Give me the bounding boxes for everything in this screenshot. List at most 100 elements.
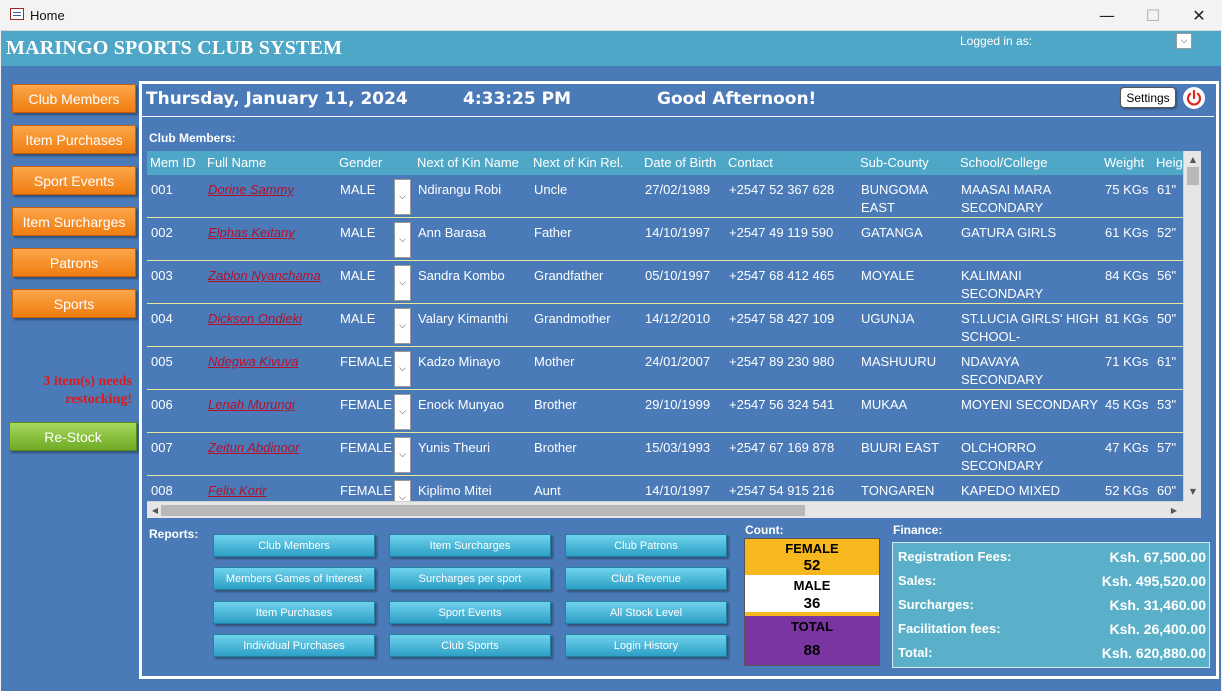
report-club-members-button[interactable]: Club Members bbox=[213, 534, 375, 557]
gender-dropdown[interactable]: ⌵ bbox=[394, 351, 411, 387]
scroll-thumb[interactable] bbox=[1187, 167, 1199, 185]
table-row[interactable]: 005 Ndegwa Kivuva FEMALE Kadzo Minayo Mother… bbox=[147, 347, 1183, 390]
date-of-birth-cell: 14/12/2010 bbox=[645, 311, 711, 326]
full-name-link[interactable]: Dickson Ondieki bbox=[208, 310, 334, 328]
nav-item-surcharges-button[interactable]: Item Surcharges bbox=[12, 207, 136, 236]
sub-county-cell: MUKAA bbox=[861, 397, 908, 412]
report-item-purchases-button[interactable]: Item Purchases bbox=[213, 601, 375, 624]
report-club-patrons-button[interactable]: Club Patrons bbox=[565, 534, 727, 557]
chevron-down-icon: ⌵ bbox=[399, 321, 406, 331]
member-id-cell: 001 bbox=[151, 182, 173, 197]
scrollbar-corner bbox=[1183, 501, 1201, 518]
members-table: Mem ID Full Name Gender Next of Kin Name… bbox=[147, 151, 1201, 518]
gender-dropdown[interactable]: ⌵ bbox=[394, 308, 411, 344]
full-name-link[interactable]: Elphas Keitany bbox=[208, 224, 334, 242]
scroll-thumb[interactable] bbox=[161, 505, 805, 516]
full-name-link[interactable]: Zablon Nyanchama bbox=[208, 267, 334, 285]
report-item-surcharges-button[interactable]: Item Surcharges bbox=[389, 534, 551, 557]
gender-cell: FEMALE bbox=[340, 440, 393, 455]
report-club-revenue-button[interactable]: Club Revenue bbox=[565, 567, 727, 590]
height-cell: 53" bbox=[1157, 397, 1177, 412]
app-header: MARINGO SPORTS CLUB SYSTEM Logged in as:… bbox=[1, 31, 1221, 66]
close-button[interactable]: ✕ bbox=[1176, 0, 1222, 31]
gender-cell: MALE bbox=[340, 182, 376, 197]
report-stock-level-button[interactable]: All Stock Level bbox=[565, 601, 727, 624]
nav-sports-button[interactable]: Sports bbox=[12, 289, 136, 318]
full-name-link[interactable]: Zeitun Abdinoor bbox=[208, 439, 334, 457]
weight-cell: 61 KGs bbox=[1105, 225, 1149, 240]
gender-dropdown[interactable]: ⌵ bbox=[394, 265, 411, 301]
vertical-scrollbar[interactable]: ▲ ▼ bbox=[1183, 151, 1201, 501]
height-cell: 61" bbox=[1157, 182, 1177, 197]
height-cell: 52" bbox=[1157, 225, 1177, 240]
report-surcharges-per-sport-button[interactable]: Surcharges per sport bbox=[389, 567, 551, 590]
gender-cell: FEMALE bbox=[340, 354, 393, 369]
report-sport-events-button[interactable]: Sport Events bbox=[389, 601, 551, 624]
table-row[interactable]: 008 Felix Korir FEMALE Kiplimo Mitei Aunt 14/… bbox=[147, 476, 1183, 501]
registration-fees-value: Ksh. 67,500.00 bbox=[1109, 549, 1206, 565]
column-header[interactable]: Full Name bbox=[207, 155, 266, 170]
total-count-label: TOTAL bbox=[790, 619, 834, 634]
table-row[interactable]: 006 Lenah Murungi FEMALE Enock Munyao Brothe… bbox=[147, 390, 1183, 433]
kin-name-cell: Ann Barasa bbox=[418, 225, 486, 240]
nav-club-members-button[interactable]: Club Members bbox=[12, 84, 136, 113]
table-row[interactable]: 007 Zeitun Abdinoor FEMALE Yunis Theuri Brot… bbox=[147, 433, 1183, 476]
female-count-panel: FEMALE 52 bbox=[745, 539, 879, 575]
report-games-of-interest-button[interactable]: Members Games of Interest bbox=[213, 567, 375, 590]
sub-county-cell: UGUNJA bbox=[861, 311, 915, 326]
scroll-right-icon[interactable]: ▶ bbox=[1168, 504, 1180, 516]
table-row[interactable]: 002 Elphas Keitany MALE Ann Barasa Father 14/… bbox=[147, 218, 1183, 261]
column-header[interactable]: Gender bbox=[339, 155, 382, 170]
nav-patrons-button[interactable]: Patrons bbox=[12, 248, 136, 277]
report-individual-purchases-button[interactable]: Individual Purchases bbox=[213, 634, 375, 657]
user-dropdown[interactable]: ⌵ bbox=[1176, 33, 1192, 49]
gender-dropdown[interactable]: ⌵ bbox=[394, 437, 411, 473]
scroll-down-icon[interactable]: ▼ bbox=[1187, 485, 1199, 497]
gender-dropdown[interactable]: ⌵ bbox=[394, 179, 411, 215]
kin-relation-cell: Grandmother bbox=[534, 311, 611, 326]
minimize-button[interactable]: — bbox=[1084, 0, 1130, 31]
full-name-link[interactable]: Dorine Sammy bbox=[208, 181, 334, 199]
gender-dropdown[interactable]: ⌵ bbox=[394, 394, 411, 430]
nav-item-purchases-button[interactable]: Item Purchases bbox=[12, 125, 136, 154]
column-header[interactable]: Mem ID bbox=[150, 155, 196, 170]
horizontal-scrollbar[interactable]: ◀ ▶ bbox=[147, 501, 1183, 518]
logout-button[interactable] bbox=[1183, 87, 1205, 109]
column-header[interactable]: School/College bbox=[960, 155, 1047, 170]
table-row[interactable]: 004 Dickson Ondieki MALE Valary Kimanthi Gra… bbox=[147, 304, 1183, 347]
full-name-link[interactable]: Felix Korir bbox=[208, 482, 334, 500]
table-row[interactable]: 001 Dorine Sammy MALE Ndirangu Robi Uncle 27/… bbox=[147, 175, 1183, 218]
nav-sport-events-button[interactable]: Sport Events bbox=[12, 166, 136, 195]
date-of-birth-cell: 29/10/1999 bbox=[645, 397, 711, 412]
column-header[interactable]: Weight bbox=[1104, 155, 1144, 170]
full-name-link[interactable]: Lenah Murungi bbox=[208, 396, 334, 414]
weight-cell: 81 KGs bbox=[1105, 311, 1149, 326]
sub-county-cell: BUURI EAST bbox=[861, 440, 940, 455]
scroll-up-icon[interactable]: ▲ bbox=[1187, 153, 1199, 165]
column-header[interactable]: Sub-County bbox=[860, 155, 929, 170]
window-titlebar: Home — ☐ ✕ bbox=[0, 0, 1222, 31]
scroll-left-icon[interactable]: ◀ bbox=[149, 504, 161, 516]
table-row[interactable]: 003 Zablon Nyanchama MALE Sandra Kombo Grand… bbox=[147, 261, 1183, 304]
gender-dropdown[interactable]: ⌵ bbox=[394, 222, 411, 258]
gender-cell: MALE bbox=[340, 311, 376, 326]
column-header[interactable]: Next of Kin Name bbox=[417, 155, 519, 170]
full-name-link[interactable]: Ndegwa Kivuva bbox=[208, 353, 334, 371]
sub-county-cell: MASHUURU bbox=[861, 354, 937, 369]
column-header[interactable]: Date of Birth bbox=[644, 155, 716, 170]
settings-button[interactable]: Settings bbox=[1120, 87, 1176, 108]
column-header[interactable]: Next of Kin Rel. bbox=[533, 155, 623, 170]
report-club-sports-button[interactable]: Club Sports bbox=[389, 634, 551, 657]
column-header[interactable]: Contact bbox=[728, 155, 773, 170]
report-login-history-button[interactable]: Login History bbox=[565, 634, 727, 657]
maximize-button[interactable]: ☐ bbox=[1130, 0, 1176, 31]
gender-cell: MALE bbox=[340, 225, 376, 240]
school-cell: ST.LUCIA GIRLS' HIGH SCHOOL- bbox=[961, 311, 1099, 344]
weight-cell: 45 KGs bbox=[1105, 397, 1149, 412]
total-count-panel: TOTAL 88 bbox=[745, 616, 879, 665]
restock-alert: 3 item(s) needs restocking! bbox=[43, 374, 132, 407]
column-header[interactable]: Heig bbox=[1156, 155, 1183, 170]
gender-dropdown[interactable]: ⌵ bbox=[394, 480, 411, 501]
restock-button[interactable]: Re-Stock bbox=[9, 422, 137, 451]
kin-name-cell: Sandra Kombo bbox=[418, 268, 505, 283]
